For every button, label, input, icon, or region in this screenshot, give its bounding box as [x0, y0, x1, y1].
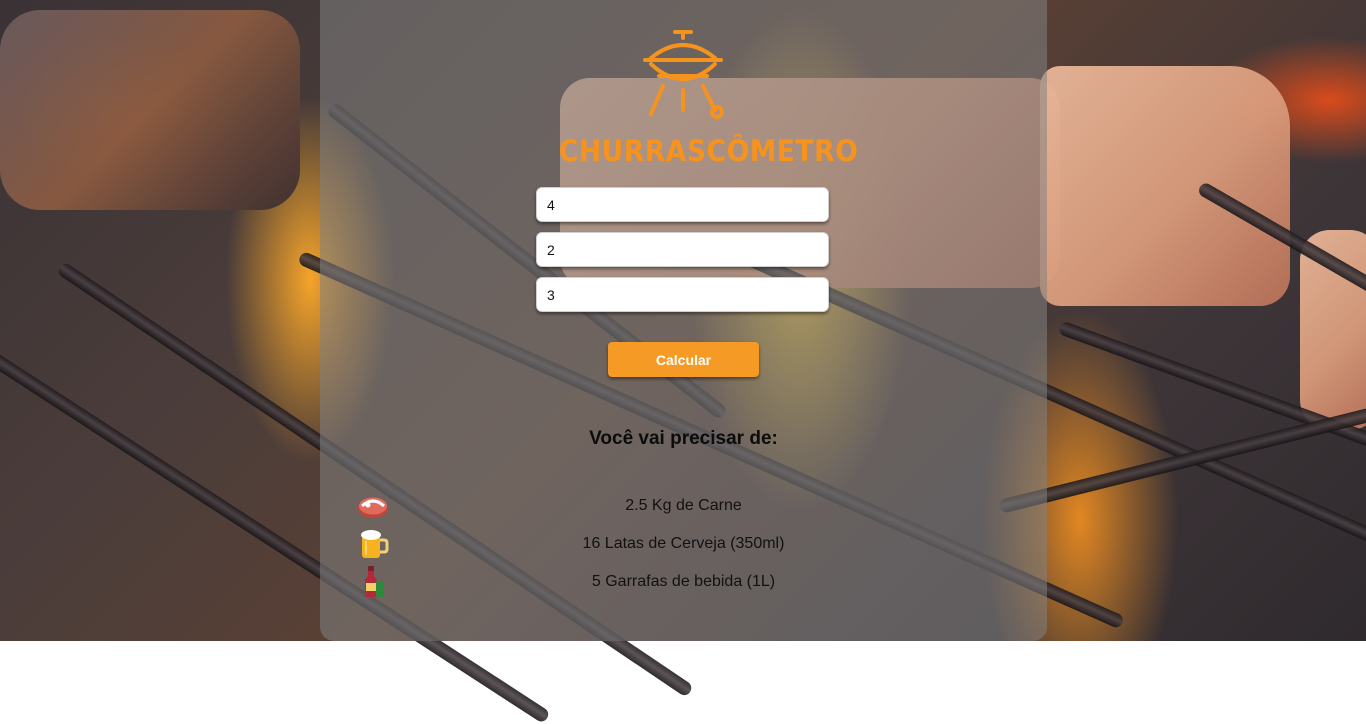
grill-logo-icon	[633, 26, 733, 121]
result-item-beer: 16 Latas de Cerveja (350ml)	[320, 527, 1047, 561]
results-title: Você vai precisar de:	[320, 428, 1047, 450]
calculate-button[interactable]: Calcular	[608, 342, 759, 377]
quantity-input-3[interactable]	[536, 277, 829, 312]
app-logo: CHURRASCÔMETRO	[548, 26, 818, 171]
grilled-meat-image	[0, 10, 300, 210]
bottle-result-text: 5 Garrafas de bebida (1L)	[320, 573, 1047, 591]
quantity-input-1[interactable]	[536, 187, 829, 222]
quantity-input-2[interactable]	[536, 232, 829, 267]
beer-result-text: 16 Latas de Cerveja (350ml)	[320, 535, 1047, 553]
result-item-meat: 2.5 Kg de Carne	[320, 489, 1047, 523]
meat-piece-image-2	[1040, 66, 1290, 306]
app-logo-text: CHURRASCÔMETRO	[559, 134, 807, 168]
result-item-bottle: 5 Garrafas de bebida (1L)	[320, 565, 1047, 599]
meat-result-text: 2.5 Kg de Carne	[320, 497, 1047, 515]
